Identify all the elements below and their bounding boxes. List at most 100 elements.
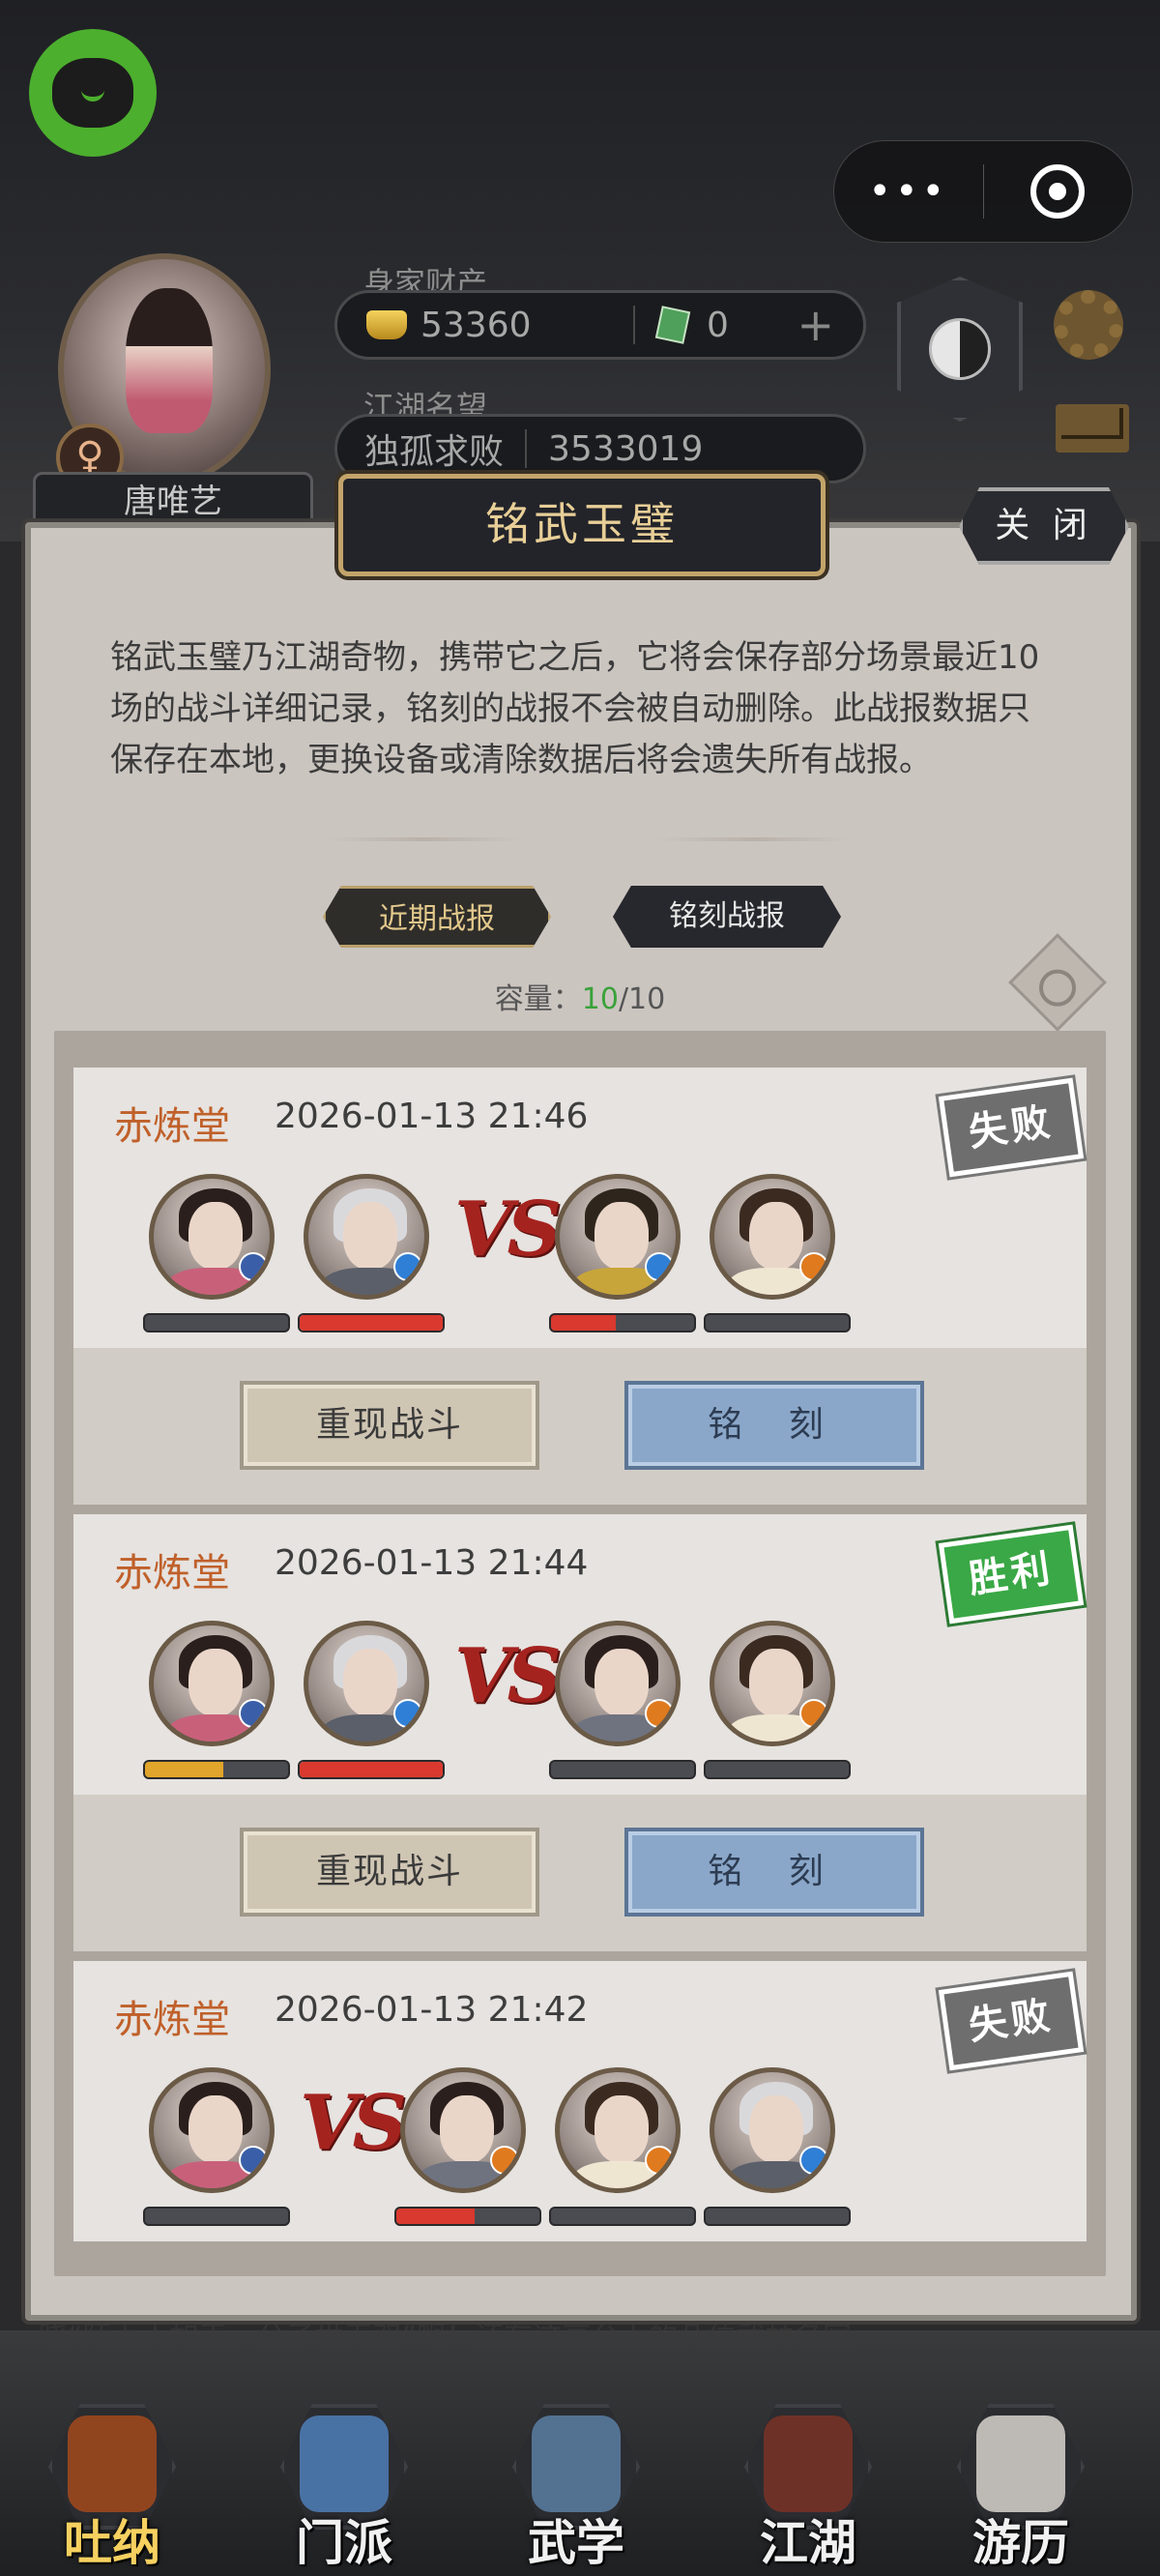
replay-battle-button[interactable]: 重现战斗 [240, 1828, 539, 1917]
sect-name: 赤炼堂 [114, 1104, 230, 1149]
element-icon [239, 2146, 268, 2175]
battle-time: 2026-01-13 21:44 [275, 1543, 589, 1583]
hp-bar [704, 2207, 851, 2226]
hp-bar [549, 1313, 696, 1332]
gourd-icon [68, 2415, 157, 2512]
battle-list[interactable]: 赤炼堂 2026-01-13 21:46 失败 VS 重现战斗铭 刻赤炼堂 2026-01… [54, 1031, 1106, 2276]
add-currency-button[interactable]: + [797, 299, 834, 351]
nav-label: 门派 [296, 2514, 392, 2571]
engrave-button[interactable]: 铭 刻 [624, 1828, 924, 1917]
nav-item-1[interactable]: 门派 [267, 2404, 421, 2571]
close-button[interactable]: 关 闭 [959, 487, 1129, 565]
hero-face [594, 1649, 649, 1716]
modal-title: 铭武玉璧 [338, 474, 826, 576]
nav-label: 江湖 [760, 2514, 856, 2571]
nav-label: 吐纳 [64, 2514, 160, 2571]
hero-face [594, 2095, 649, 2163]
hero-face [188, 2095, 243, 2163]
modal-description: 铭武玉璧乃江湖奇物，携带它之后，它将会保存部分场景最近10场的战斗详细记录，铭刻… [110, 638, 1040, 779]
jade-amount: 0 [707, 305, 729, 345]
element-icon [799, 1699, 828, 1728]
hero-portrait[interactable] [710, 2067, 835, 2193]
hero-portrait[interactable] [710, 1621, 835, 1746]
hero-portrait[interactable] [304, 1174, 429, 1300]
engrave-button[interactable]: 铭 刻 [624, 1381, 924, 1470]
bamboo-hat-icon [764, 2415, 853, 2512]
hp-bar [549, 1760, 696, 1779]
hp-bar-fill [551, 1315, 616, 1331]
hero-face [749, 2095, 803, 2163]
capacity-used: 10 [581, 982, 619, 1016]
hp-bar-fill [300, 1762, 443, 1777]
hero-portrait[interactable] [555, 2067, 681, 2193]
battle-card-summary: 赤炼堂 2026-01-13 21:44 胜利 VS [73, 1514, 1087, 1795]
hero-face [749, 1649, 803, 1716]
battle-time: 2026-01-13 21:46 [275, 1097, 589, 1136]
gold-ingot-icon [366, 310, 407, 339]
versus-mark: VS [300, 2079, 407, 2167]
hero-portrait[interactable] [710, 1174, 835, 1300]
hp-bar [143, 2207, 290, 2226]
element-icon [645, 2146, 674, 2175]
nav-item-0[interactable]: 吐纳 [35, 2404, 189, 2571]
fame-title: 独孤求败 [364, 432, 505, 472]
scroll-icon [532, 2415, 621, 2512]
element-icon [239, 1252, 268, 1281]
wealth-bar: 53360 0 + [334, 290, 866, 360]
element-icon [645, 1699, 674, 1728]
gear-icon[interactable] [1054, 290, 1123, 360]
close-program-icon[interactable] [984, 164, 1133, 219]
element-icon [239, 1699, 268, 1728]
nav-item-2[interactable]: 武学 [499, 2404, 653, 2571]
hp-bar-fill [396, 2209, 476, 2224]
result-stamp: 胜利 [938, 1524, 1085, 1625]
hp-bar [298, 1313, 445, 1332]
hero-portrait[interactable] [149, 2067, 275, 2193]
mail-icon[interactable] [1056, 404, 1129, 453]
sect-name: 赤炼堂 [114, 1998, 230, 2042]
hero-face [343, 1649, 397, 1716]
hp-bar [704, 1313, 851, 1332]
battle-card-actions: 重现战斗铭 刻 [73, 1795, 1087, 1951]
hp-bar [143, 1760, 290, 1779]
versus-mark: VS [454, 1186, 562, 1273]
fame-divider [525, 429, 528, 468]
hp-bar-fill [300, 1315, 443, 1331]
sect-name: 赤炼堂 [114, 1551, 230, 1595]
hero-face [188, 1649, 243, 1716]
element-icon [799, 1252, 828, 1281]
hero-portrait[interactable] [555, 1174, 681, 1300]
hero-face [188, 1202, 243, 1270]
tab-recent-reports[interactable]: 近期战报 [323, 886, 551, 948]
replay-battle-button[interactable]: 重现战斗 [240, 1381, 539, 1470]
battle-time: 2026-01-13 21:42 [275, 1990, 589, 2030]
hero-portrait[interactable] [555, 1621, 681, 1746]
hero-face [749, 1202, 803, 1270]
versus-mark: VS [454, 1632, 562, 1720]
hero-face [594, 1202, 649, 1270]
hp-bar-fill [145, 1762, 224, 1777]
battle-card-summary: 赤炼堂 2026-01-13 21:46 失败 VS [73, 1068, 1087, 1348]
wealth-divider [633, 306, 635, 344]
fame-value: 3533019 [548, 428, 704, 469]
hp-bar [394, 2207, 541, 2226]
element-icon [393, 1699, 422, 1728]
nav-item-3[interactable]: 江湖 [731, 2404, 885, 2571]
horse-icon [976, 2415, 1065, 2512]
element-icon [490, 2146, 519, 2175]
hero-portrait[interactable] [149, 1174, 275, 1300]
nav-item-4[interactable]: 游历 [943, 2404, 1098, 2571]
hero-face [343, 1202, 397, 1270]
hp-bar [704, 1760, 851, 1779]
element-icon [799, 2146, 828, 2175]
tab-engraved-reports[interactable]: 铭刻战报 [613, 886, 841, 948]
jade-icon [654, 306, 691, 344]
more-icon[interactable]: ••• [834, 169, 983, 214]
hero-portrait[interactable] [149, 1621, 275, 1746]
mini-program-capsule: ••• [833, 140, 1133, 243]
chat-bubble-icon[interactable] [29, 29, 157, 157]
capacity-total: /10 [618, 982, 666, 1016]
hero-portrait[interactable] [304, 1621, 429, 1746]
divider-left [327, 837, 520, 841]
hero-portrait[interactable] [400, 2067, 526, 2193]
